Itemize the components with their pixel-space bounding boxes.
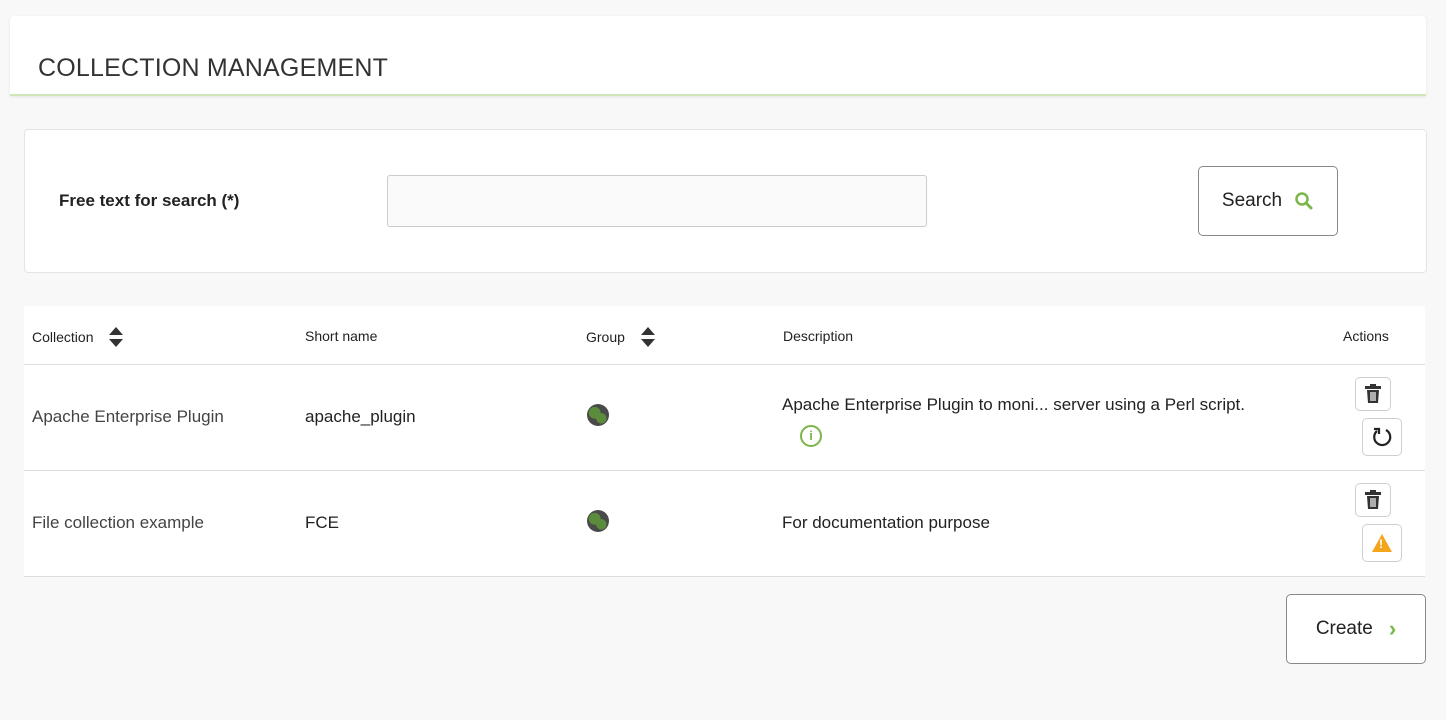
column-actions: Actions xyxy=(1343,328,1389,344)
chevron-right-icon: › xyxy=(1388,616,1397,641)
table-row: Apache Enterprise Plugin apache_plugin A… xyxy=(24,365,1425,471)
globe-icon xyxy=(587,510,609,532)
group-cell xyxy=(587,404,609,426)
page-title: COLLECTION MANAGEMENT xyxy=(38,54,389,82)
collection-name: File collection example xyxy=(32,513,204,532)
sort-icon[interactable] xyxy=(640,326,655,348)
trash-icon xyxy=(1365,384,1381,403)
page-header: COLLECTION MANAGEMENT xyxy=(10,16,1426,96)
column-collection-label: Collection xyxy=(32,329,94,345)
column-short-name: Short name xyxy=(305,328,377,344)
warning-icon xyxy=(1372,534,1392,552)
description-text: For documentation purpose xyxy=(782,513,990,532)
search-button[interactable]: Search xyxy=(1198,166,1338,236)
create-button-label: Create xyxy=(1315,618,1373,639)
search-button-label: Search xyxy=(1221,190,1283,211)
refresh-icon xyxy=(1373,427,1392,447)
collections-table: Collection Short name Group Description … xyxy=(24,306,1425,577)
search-label: Free text for search (*) xyxy=(59,191,240,210)
collection-name: Apache Enterprise Plugin xyxy=(32,407,224,426)
column-description: Description xyxy=(783,328,853,344)
column-collection[interactable]: Collection xyxy=(32,326,124,348)
refresh-button[interactable] xyxy=(1362,418,1402,456)
column-group[interactable]: Group xyxy=(586,326,655,348)
search-panel: Free text for search (*) Search xyxy=(24,129,1427,273)
trash-icon xyxy=(1365,490,1381,509)
description-cell: Apache Enterprise Plugin to moni... serv… xyxy=(782,395,1245,447)
info-icon[interactable]: i xyxy=(800,425,822,447)
description-cell: For documentation purpose xyxy=(782,513,990,533)
column-description-label: Description xyxy=(783,328,854,344)
column-group-label: Group xyxy=(586,329,625,345)
globe-icon xyxy=(587,404,609,426)
column-short-name-label: Short name xyxy=(305,328,378,344)
page: COLLECTION MANAGEMENT Free text for sear… xyxy=(0,0,1446,720)
short-name: FCE xyxy=(305,513,339,532)
table-header: Collection Short name Group Description … xyxy=(24,306,1425,365)
column-actions-label: Actions xyxy=(1343,328,1389,344)
short-name: apache_plugin xyxy=(305,407,416,426)
search-input[interactable] xyxy=(387,175,927,227)
delete-button[interactable] xyxy=(1355,483,1391,517)
delete-button[interactable] xyxy=(1355,377,1391,411)
warning-button[interactable] xyxy=(1362,524,1402,562)
create-button[interactable]: Create › xyxy=(1286,594,1426,664)
search-icon xyxy=(1295,192,1313,210)
sort-icon[interactable] xyxy=(109,326,124,348)
description-text: Apache Enterprise Plugin to moni... serv… xyxy=(782,395,1245,414)
group-cell xyxy=(587,510,609,532)
table-row: File collection example FCE For document… xyxy=(24,471,1425,577)
